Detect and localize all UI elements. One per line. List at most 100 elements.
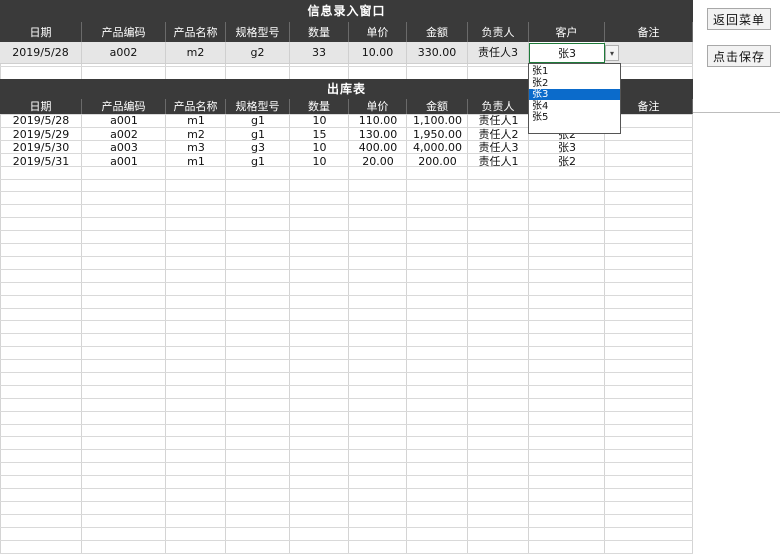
outbound-table-cell: 张3 (558, 141, 576, 154)
outbound-header-cell: 数量 (290, 99, 349, 114)
entry-header-cell: 产品名称 (166, 22, 226, 42)
entry-header-cell: 备注 (605, 22, 693, 42)
customer-option[interactable]: 张2 (529, 78, 620, 89)
grid-row-line (0, 424, 693, 425)
grid-row-line (0, 333, 693, 334)
outbound-table-cell: 1,950.00 (413, 127, 462, 141)
grid-row-line (0, 217, 693, 218)
customer-option[interactable]: 张5 (529, 112, 620, 123)
grid-row-line (0, 191, 693, 192)
panel-divider (693, 112, 780, 113)
outbound-table-cell: 110.00 (358, 114, 398, 127)
grid-row-line (0, 501, 693, 502)
outbound-table-cell: g1 (251, 154, 265, 168)
customer-combobox[interactable]: 张3 (529, 43, 605, 63)
grid-row-line (0, 540, 693, 541)
entry-input-cell[interactable]: a002 (82, 42, 166, 64)
entry-header-cell: 数量 (290, 22, 349, 42)
outbound-table-cell: 15 (312, 127, 327, 141)
grid-row-line (0, 462, 693, 463)
entry-input-cell[interactable]: 330.00 (407, 42, 468, 64)
outbound-header-cell: 日期 (0, 99, 82, 114)
outbound-table-cell: 责任人2 (478, 127, 519, 141)
grid-row-line (0, 372, 693, 373)
outbound-table-cell: 10 (312, 154, 327, 168)
grid-row-line (0, 269, 693, 270)
grid-row-line (0, 282, 693, 283)
chevron-down-icon[interactable]: ▾ (605, 45, 619, 61)
grid-row-line (0, 320, 693, 321)
customer-dropdown-list[interactable]: 张1 张2 张3 张4 张5 (528, 63, 621, 134)
grid-row-line (0, 488, 693, 489)
outbound-table-cell: g3 (251, 141, 265, 154)
save-button[interactable]: 点击保存 (707, 45, 771, 67)
entry-input-cell[interactable]: 2019/5/28 (0, 42, 82, 64)
grid-row-line (0, 179, 693, 180)
grid-row-line (0, 411, 693, 412)
entry-input-cell[interactable]: 10.00 (349, 42, 407, 64)
grid-row-line (0, 230, 693, 231)
outbound-header-cell: 单价 (349, 99, 407, 114)
outbound-header-cell: 负责人 (468, 99, 529, 114)
outbound-table-cell: 20.00 (362, 154, 394, 168)
outbound-table-cell: m1 (187, 114, 205, 127)
outbound-table-cell: 130.00 (358, 127, 398, 141)
outbound-table-cell: m2 (187, 127, 205, 141)
entry-window-title: 信息录入窗口 (0, 0, 693, 22)
entry-input-cell[interactable]: 责任人3 (468, 42, 529, 64)
outbound-header-cell: 产品名称 (166, 99, 226, 114)
entry-header-cell: 规格型号 (226, 22, 290, 42)
outbound-table-cell (605, 155, 693, 168)
entry-input-cell[interactable]: m2 (166, 42, 226, 64)
outbound-table-cell: 责任人3 (478, 141, 519, 154)
grid-row-line (0, 449, 693, 450)
grid-row-line (0, 514, 693, 515)
back-to-menu-button[interactable]: 返回菜单 (707, 8, 771, 30)
outbound-table-cell: m1 (187, 154, 205, 168)
grid-row-line (0, 385, 693, 386)
outbound-table-cell: 10 (312, 114, 327, 127)
customer-option[interactable]: 张4 (529, 101, 620, 112)
outbound-table-cell: 200.00 (418, 154, 457, 168)
grid-row-line (0, 527, 693, 528)
grid-row-line (0, 204, 693, 205)
outbound-table-cell: 4,000.00 (413, 141, 462, 154)
customer-option[interactable]: 张1 (529, 66, 620, 77)
entry-header-cell: 负责人 (468, 22, 529, 42)
grid-row-line (0, 436, 693, 437)
grid-row-line (0, 243, 693, 244)
entry-header-cell: 单价 (349, 22, 407, 42)
entry-header-cell: 产品编码 (82, 22, 166, 42)
outbound-table-cell: 2019/5/29 (12, 127, 70, 141)
outbound-table-cell: a003 (110, 141, 138, 154)
outbound-table-cell: g1 (251, 114, 265, 127)
entry-input-cell[interactable]: 33 (290, 42, 349, 64)
outbound-table-cell: 责任人1 (478, 154, 519, 168)
outbound-header-cell: 规格型号 (226, 99, 290, 114)
outbound-table-cell: a001 (110, 154, 138, 168)
outbound-table-cell: 10 (312, 141, 327, 154)
outbound-table-cell: 张2 (558, 154, 576, 168)
grid-row-line (0, 346, 693, 347)
outbound-table-cell: 2019/5/30 (12, 141, 70, 154)
entry-header-cell: 金额 (407, 22, 468, 42)
outbound-table-cell: a001 (110, 114, 138, 127)
grid-row-line (0, 256, 693, 257)
entry-input-cell[interactable]: g2 (226, 42, 290, 64)
outbound-table-cell: 2019/5/31 (12, 154, 70, 168)
outbound-table-cell: m3 (187, 141, 205, 154)
outbound-table-cell: 1,100.00 (413, 114, 462, 127)
customer-option[interactable]: 张3 (529, 89, 620, 100)
grid-row-line (0, 308, 693, 309)
customer-combobox-value: 张3 (558, 47, 576, 60)
outbound-table-cell: g1 (251, 127, 265, 141)
outbound-table-cell: 责任人1 (478, 114, 519, 127)
outbound-table-cell: a002 (110, 127, 138, 141)
grid-row-line (0, 398, 693, 399)
outbound-table-cell: 400.00 (358, 141, 398, 154)
outbound-table-cell (605, 141, 693, 154)
outbound-table-cell: 2019/5/28 (12, 114, 70, 127)
grid-row-line (0, 359, 693, 360)
grid-row-line (0, 295, 693, 296)
outbound-header-cell: 产品编码 (82, 99, 166, 114)
